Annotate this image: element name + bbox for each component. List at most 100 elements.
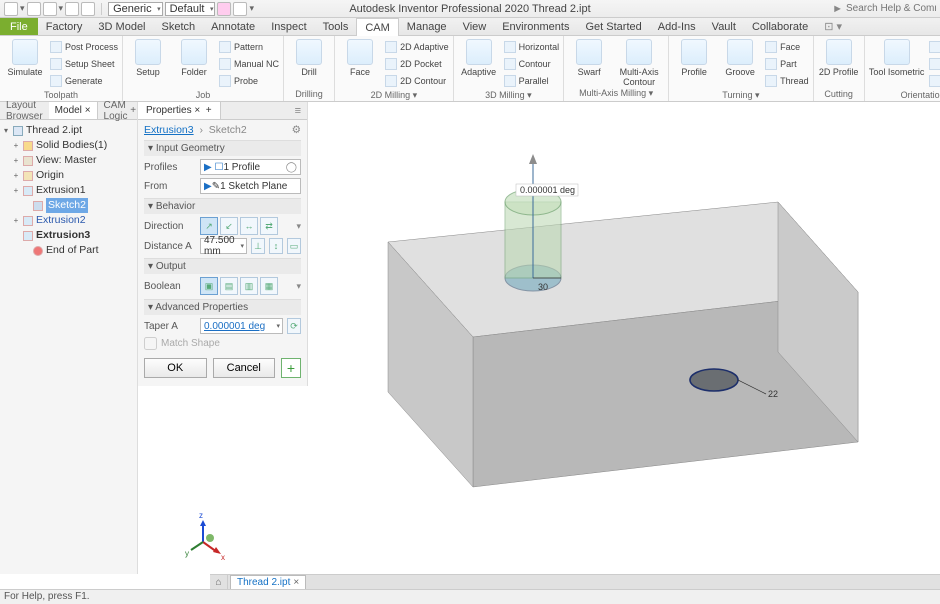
taper-opt-button[interactable]: ⟳ bbox=[287, 318, 301, 334]
simulate-button[interactable]: Simulate bbox=[4, 39, 46, 77]
help-search[interactable]: ► bbox=[832, 3, 936, 15]
postprocess-button[interactable]: Post Process bbox=[50, 39, 118, 55]
menu-3dmodel[interactable]: 3D Model bbox=[90, 18, 153, 35]
distance-field[interactable]: 47.500 mm bbox=[200, 238, 247, 254]
tree-extrusion2[interactable]: +Extrusion2 bbox=[2, 213, 135, 228]
menu-cam[interactable]: CAM bbox=[356, 18, 398, 36]
folder-button[interactable]: Folder bbox=[173, 39, 215, 77]
menu-environments[interactable]: Environments bbox=[494, 18, 577, 35]
browser-tab-model[interactable]: Model × bbox=[49, 102, 98, 119]
contour-button[interactable]: Contour bbox=[504, 56, 560, 72]
menu-addins[interactable]: Add-Ins bbox=[650, 18, 704, 35]
turnpart-button[interactable]: Part bbox=[765, 56, 809, 72]
document-tab[interactable]: Thread 2.ipt× bbox=[230, 575, 306, 589]
save-icon[interactable] bbox=[43, 2, 57, 16]
adaptive-button[interactable]: Adaptive bbox=[458, 39, 500, 77]
dist-opt2-button[interactable]: ↕ bbox=[269, 238, 283, 254]
tooltop-button[interactable]: Tool Top bbox=[929, 73, 940, 89]
groove-button[interactable]: Groove bbox=[719, 39, 761, 77]
file-menu[interactable]: File bbox=[0, 18, 38, 35]
redo-icon[interactable] bbox=[81, 2, 95, 16]
fx-icon[interactable] bbox=[217, 2, 231, 16]
dist-opt1-button[interactable]: ⊥ bbox=[251, 238, 265, 254]
face-button[interactable]: Face bbox=[339, 39, 381, 77]
menu-tools[interactable]: Tools bbox=[315, 18, 357, 35]
boolean-cut-button[interactable]: ▤ bbox=[220, 277, 238, 295]
section-output[interactable]: ▾ Output bbox=[144, 258, 301, 274]
2dpocket-button[interactable]: 2D Pocket bbox=[385, 56, 449, 72]
tree-endofpart[interactable]: End of Part bbox=[2, 243, 135, 258]
parallel-button[interactable]: Parallel bbox=[504, 73, 560, 89]
gear-icon[interactable]: ⚙ bbox=[292, 124, 301, 136]
boolean-newsolid-button[interactable]: ▦ bbox=[260, 277, 278, 295]
menu-collaborate[interactable]: Collaborate bbox=[744, 18, 816, 35]
undo-icon[interactable] bbox=[65, 2, 79, 16]
probe-button[interactable]: Probe bbox=[219, 73, 279, 89]
menu-manage[interactable]: Manage bbox=[399, 18, 455, 35]
tree-extrusion1[interactable]: +Extrusion1 bbox=[2, 183, 135, 198]
open-icon[interactable] bbox=[27, 2, 41, 16]
browser-tab-layout[interactable]: Layout Browser bbox=[0, 102, 49, 119]
apply-plus-button[interactable]: + bbox=[281, 358, 301, 378]
multiaxiscontour-button[interactable]: Multi-Axis Contour bbox=[614, 39, 664, 87]
swarf-button[interactable]: Swarf bbox=[568, 39, 610, 77]
direction-default-button[interactable]: ↗ bbox=[200, 217, 218, 235]
tree-root[interactable]: ▾Thread 2.ipt bbox=[2, 123, 135, 138]
menu-bar: File Factory 3D Model Sketch Annotate In… bbox=[0, 18, 940, 36]
section-advanced[interactable]: ▾ Advanced Properties bbox=[144, 299, 301, 315]
direction-sym-button[interactable]: ↔ bbox=[240, 217, 258, 235]
appearance-dropdown[interactable]: Default bbox=[165, 2, 216, 16]
tree-sketch2[interactable]: Sketch2 bbox=[2, 198, 135, 213]
menu-annotate[interactable]: Annotate bbox=[203, 18, 263, 35]
tree-viewmaster[interactable]: +View: Master bbox=[2, 153, 135, 168]
boolean-intersect-button[interactable]: ▥ bbox=[240, 277, 258, 295]
taper-field[interactable]: 0.000001 deg bbox=[200, 318, 283, 334]
setup-button[interactable]: Setup bbox=[127, 39, 169, 77]
menu-vault[interactable]: Vault bbox=[704, 18, 744, 35]
home-icon[interactable]: ⌂ bbox=[210, 575, 228, 589]
menu-sketch[interactable]: Sketch bbox=[154, 18, 204, 35]
section-behavior[interactable]: ▾ Behavior bbox=[144, 198, 301, 214]
menu-getstarted[interactable]: Get Started bbox=[577, 18, 649, 35]
section-input-geometry[interactable]: ▾ Input Geometry bbox=[144, 140, 301, 156]
misc-icon[interactable] bbox=[233, 2, 247, 16]
drill-button[interactable]: Drill bbox=[288, 39, 330, 77]
direction-asym-button[interactable]: ⇄ bbox=[260, 217, 278, 235]
search-input[interactable] bbox=[846, 3, 936, 14]
app-icon[interactable] bbox=[4, 2, 18, 16]
direction-flip-button[interactable]: ↙ bbox=[220, 217, 238, 235]
from-field[interactable]: ▶ ✎ 1 Sketch Plane bbox=[200, 178, 301, 194]
boolean-join-button[interactable]: ▣ bbox=[200, 277, 218, 295]
pattern-button[interactable]: Pattern bbox=[219, 39, 279, 55]
turnface-button[interactable]: Face bbox=[765, 39, 809, 55]
tree-extrusion3[interactable]: Extrusion3 bbox=[2, 228, 135, 243]
2dcontour-button[interactable]: 2D Contour bbox=[385, 73, 449, 89]
title-bar: ▾ ▾ Generic Default ▾ Autodesk Inventor … bbox=[0, 0, 940, 18]
setupsheet-button[interactable]: Setup Sheet bbox=[50, 56, 118, 72]
profile-button[interactable]: Profile bbox=[673, 39, 715, 77]
material-dropdown[interactable]: Generic bbox=[108, 2, 163, 16]
dist-opt3-button[interactable]: ▭ bbox=[287, 238, 301, 254]
menu-view[interactable]: View bbox=[455, 18, 495, 35]
menu-factory[interactable]: Factory bbox=[38, 18, 91, 35]
browser-tab-camlogic[interactable]: CAM Logic + bbox=[98, 102, 143, 119]
panel-menu-icon[interactable]: ≡ bbox=[289, 105, 307, 117]
toolfront-button[interactable]: Tool Front bbox=[929, 39, 940, 55]
2dprofile-button[interactable]: 2D Profile bbox=[818, 39, 860, 77]
generate-button[interactable]: Generate bbox=[50, 73, 118, 89]
tree-origin[interactable]: +Origin bbox=[2, 168, 135, 183]
cancel-button[interactable]: Cancel bbox=[213, 358, 276, 378]
breadcrumb-extrusion[interactable]: Extrusion3 bbox=[144, 124, 194, 136]
menu-inspect[interactable]: Inspect bbox=[263, 18, 314, 35]
2dadaptive-button[interactable]: 2D Adaptive bbox=[385, 39, 449, 55]
horizontal-button[interactable]: Horizontal bbox=[504, 39, 560, 55]
toolright-button[interactable]: Tool Right bbox=[929, 56, 940, 72]
ok-button[interactable]: OK bbox=[144, 358, 207, 378]
properties-tab[interactable]: Properties × + bbox=[138, 102, 221, 119]
menu-help-icon[interactable]: ⊡ ▾ bbox=[816, 18, 850, 35]
tree-solidbodies[interactable]: +Solid Bodies(1) bbox=[2, 138, 135, 153]
profiles-field[interactable]: ▶ ☐ 1 Profile◯ bbox=[200, 159, 301, 175]
turnthread-button[interactable]: Thread bbox=[765, 73, 809, 89]
manualnc-button[interactable]: Manual NC bbox=[219, 56, 279, 72]
tooliso-button[interactable]: Tool Isometric bbox=[869, 39, 925, 77]
